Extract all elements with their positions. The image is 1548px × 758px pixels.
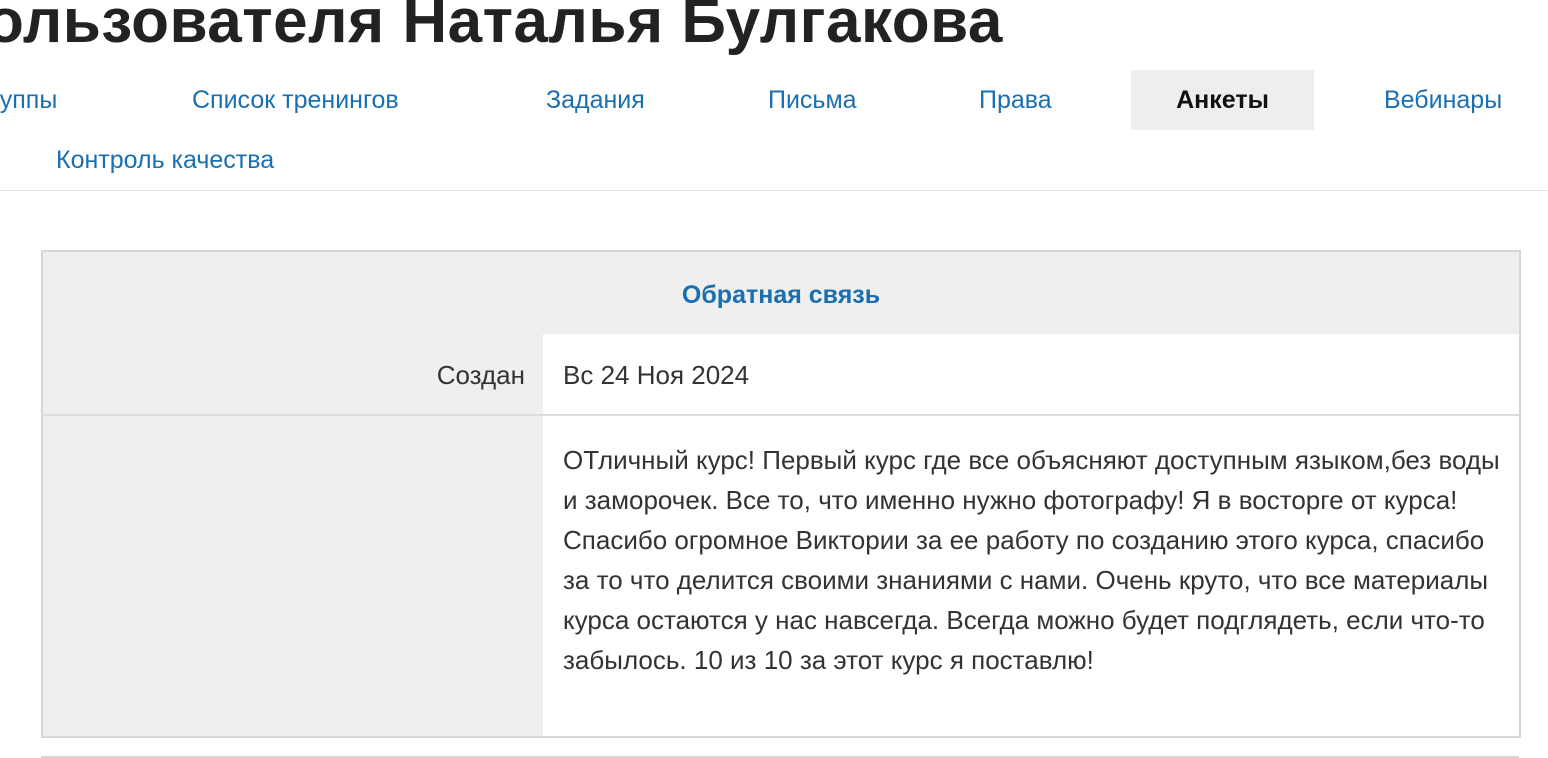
created-label: Создан — [436, 360, 525, 390]
created-value: Вс 24 Ноя 2024 — [563, 360, 750, 390]
comment-text: ОТличный курс! Первый курс где все объяс… — [563, 445, 1500, 675]
comment-value-cell: ОТличный курс! Первый курс где все объяс… — [543, 416, 1519, 736]
tab-quality-control[interactable]: Контроль качества — [56, 130, 274, 190]
tab-rights[interactable]: Права — [979, 70, 1052, 130]
tab-groups[interactable]: Группы — [0, 70, 57, 130]
feedback-title: Обратная связь — [681, 281, 881, 309]
tab-trainings-list[interactable]: Список тренингов — [192, 70, 399, 130]
tabs-nav: Группы Список тренингов Задания Письма П… — [0, 70, 1548, 190]
tab-tasks[interactable]: Задания — [546, 70, 645, 130]
page-title: ользователя Наталья Булгакова — [0, 0, 1003, 56]
tabs-divider — [0, 190, 1548, 191]
comment-label — [43, 416, 525, 736]
tab-webinars[interactable]: Вебинары — [1384, 70, 1502, 130]
feedback-card: Обратная связь Создан Вс 24 Ноя 2024 ОТл… — [41, 250, 1521, 738]
created-value-cell: Вс 24 Ноя 2024 — [543, 334, 1519, 414]
tab-letters[interactable]: Письма — [768, 70, 857, 130]
tab-questionnaires[interactable]: Анкеты — [1131, 70, 1314, 130]
